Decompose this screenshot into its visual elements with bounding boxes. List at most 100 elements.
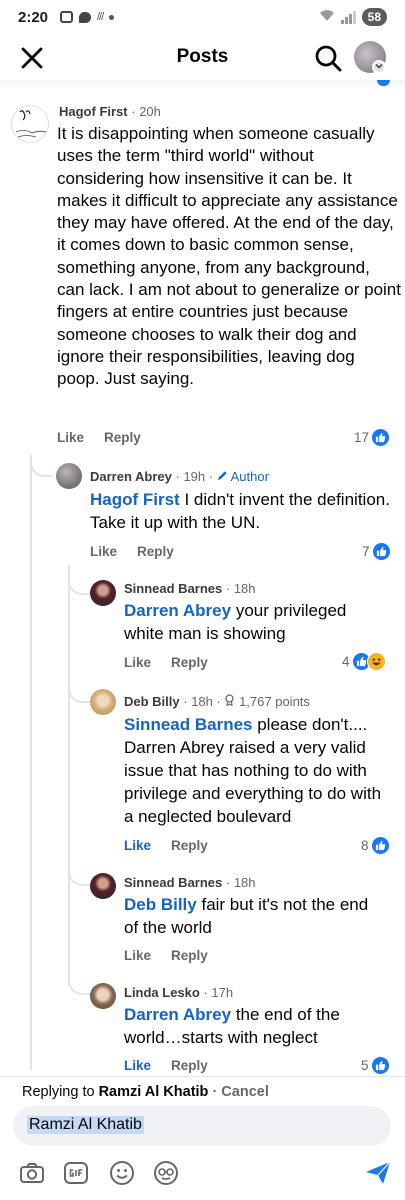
mention-link[interactable]: Hagof First bbox=[90, 490, 180, 509]
chevron-down-icon[interactable] bbox=[372, 60, 386, 74]
reaction-count: 4 bbox=[342, 654, 350, 669]
comment-author[interactable]: Linda Lesko · 17h bbox=[124, 985, 233, 1000]
reply-button[interactable]: Reply bbox=[171, 1058, 208, 1073]
comment-time: 17h bbox=[211, 985, 234, 1000]
comment-author[interactable]: Sinnead Barnes · 18h bbox=[124, 875, 256, 890]
mention-link[interactable]: Darren Abrey bbox=[124, 1005, 231, 1024]
like-button[interactable]: Like bbox=[124, 948, 151, 963]
comment-time: 20h bbox=[139, 104, 161, 119]
thread-connector bbox=[68, 575, 90, 595]
mention-link[interactable]: Darren Abrey bbox=[124, 601, 231, 620]
like-icon bbox=[370, 836, 390, 855]
comment-author[interactable]: Deb Billy · 18h · 1,767 points bbox=[124, 694, 310, 709]
replying-to-label: Replying to Ramzi Al Khatib · Cancel bbox=[22, 1084, 269, 1100]
comment-time: 18h bbox=[233, 875, 256, 890]
avatar[interactable] bbox=[90, 689, 116, 715]
comment-text: Sinnead Barnes please don't.... Darren A… bbox=[124, 713, 386, 828]
author-badge-label: Author bbox=[230, 469, 269, 484]
like-button[interactable]: Like bbox=[124, 655, 151, 670]
reaction-summary[interactable]: 8 bbox=[361, 836, 390, 855]
like-button[interactable]: Like bbox=[57, 430, 84, 445]
signal-icon bbox=[340, 10, 356, 24]
emoji-icon[interactable] bbox=[109, 1160, 135, 1186]
thread-connector bbox=[68, 683, 90, 703]
reaction-summary[interactable]: 17 bbox=[354, 428, 391, 447]
author-name[interactable]: Sinnead Barnes bbox=[124, 875, 222, 890]
screen-icon bbox=[60, 11, 73, 23]
replying-prefix: Replying to bbox=[22, 1084, 99, 1100]
reaction-summary[interactable]: 4 bbox=[342, 652, 386, 671]
thread-connector bbox=[68, 975, 90, 995]
points-label: 1,767 points bbox=[239, 694, 310, 709]
author-name[interactable]: Sinnead Barnes bbox=[124, 581, 222, 596]
badge-icon bbox=[225, 694, 235, 707]
camera-icon[interactable] bbox=[19, 1160, 45, 1186]
avatar[interactable] bbox=[90, 873, 116, 899]
like-icon bbox=[371, 542, 391, 561]
comment-author[interactable]: Sinnead Barnes · 18h bbox=[124, 581, 256, 596]
comment-actions: Like Reply bbox=[124, 1058, 208, 1073]
top-bar: Posts bbox=[0, 36, 405, 80]
message-icon bbox=[79, 11, 91, 23]
cancel-reply-button[interactable]: · Cancel bbox=[208, 1084, 268, 1100]
like-button[interactable]: Like bbox=[124, 838, 151, 853]
reply-button[interactable]: Reply bbox=[137, 544, 174, 559]
like-button[interactable]: Like bbox=[124, 1058, 151, 1073]
comment-input[interactable]: Ramzi Al Khatib bbox=[13, 1106, 391, 1146]
status-time: 2:20 bbox=[18, 9, 49, 26]
mention-link[interactable]: Deb Billy bbox=[124, 895, 197, 914]
mention-link[interactable]: Sinnead Barnes bbox=[124, 715, 253, 734]
status-bar: 2:20 /// 58 bbox=[0, 0, 405, 36]
author-name[interactable]: Hagof First bbox=[59, 104, 128, 119]
comment-time: 18h bbox=[233, 581, 256, 596]
avatar[interactable] bbox=[11, 105, 49, 143]
avatar[interactable] bbox=[90, 983, 116, 1009]
comment-time: 18h bbox=[191, 694, 213, 709]
reaction-count: 17 bbox=[354, 430, 370, 445]
replying-to-name: Ramzi Al Khatib bbox=[98, 1084, 209, 1100]
reply-button[interactable]: Reply bbox=[171, 655, 208, 670]
status-dots: /// bbox=[97, 11, 104, 23]
page-title: Posts bbox=[176, 46, 229, 67]
like-button[interactable]: Like bbox=[90, 544, 117, 559]
reaction-summary[interactable]: 7 bbox=[362, 542, 391, 561]
thread-line bbox=[30, 465, 32, 1070]
battery-indicator: 58 bbox=[361, 8, 387, 26]
author-name[interactable]: Darren Abrey bbox=[90, 469, 172, 484]
like-icon bbox=[370, 1056, 390, 1075]
wifi-icon bbox=[319, 9, 335, 25]
author-name[interactable]: Deb Billy bbox=[124, 694, 180, 709]
reply-button[interactable]: Reply bbox=[104, 430, 141, 445]
search-icon[interactable] bbox=[314, 44, 342, 72]
pencil-icon bbox=[217, 471, 227, 481]
comment-actions: Like Reply bbox=[124, 838, 208, 853]
reply-button[interactable]: Reply bbox=[171, 838, 208, 853]
sticker-icon[interactable] bbox=[153, 1160, 179, 1186]
author-name[interactable]: Linda Lesko bbox=[124, 985, 200, 1000]
reaction-count: 7 bbox=[362, 544, 370, 559]
previous-comment-edge bbox=[0, 80, 405, 90]
comment-text: Deb Billy fair but it's not the end of t… bbox=[124, 893, 386, 939]
comment-text: It is disappointing when someone casuall… bbox=[57, 124, 401, 389]
reaction-count: 5 bbox=[361, 1058, 369, 1073]
reaction-summary[interactable]: 5 bbox=[361, 1056, 390, 1075]
reply-button[interactable]: Reply bbox=[171, 948, 208, 963]
comment-actions: Like Reply bbox=[90, 544, 174, 559]
gif-icon[interactable] bbox=[63, 1160, 89, 1186]
dot-icon bbox=[109, 14, 115, 20]
haha-icon bbox=[366, 652, 386, 671]
comment-author[interactable]: Darren Abrey · 19h · Author bbox=[90, 469, 269, 484]
thread-line bbox=[68, 565, 70, 985]
comment-actions: Like Reply bbox=[124, 948, 208, 963]
system-icons: 58 bbox=[319, 8, 387, 26]
notification-icons: /// bbox=[60, 11, 115, 23]
comment-text: Hagof First I didn't invent the definiti… bbox=[90, 488, 395, 534]
send-icon[interactable] bbox=[364, 1160, 392, 1186]
avatar[interactable] bbox=[90, 580, 116, 606]
comment-text: Darren Abrey your privileged white man i… bbox=[124, 599, 384, 645]
comment-input-value[interactable]: Ramzi Al Khatib bbox=[27, 1116, 144, 1134]
comment-author[interactable]: Hagof First · 20h bbox=[59, 104, 161, 119]
reply-divider bbox=[0, 1076, 405, 1077]
avatar[interactable] bbox=[56, 463, 82, 489]
comment-time: 19h bbox=[183, 469, 206, 484]
